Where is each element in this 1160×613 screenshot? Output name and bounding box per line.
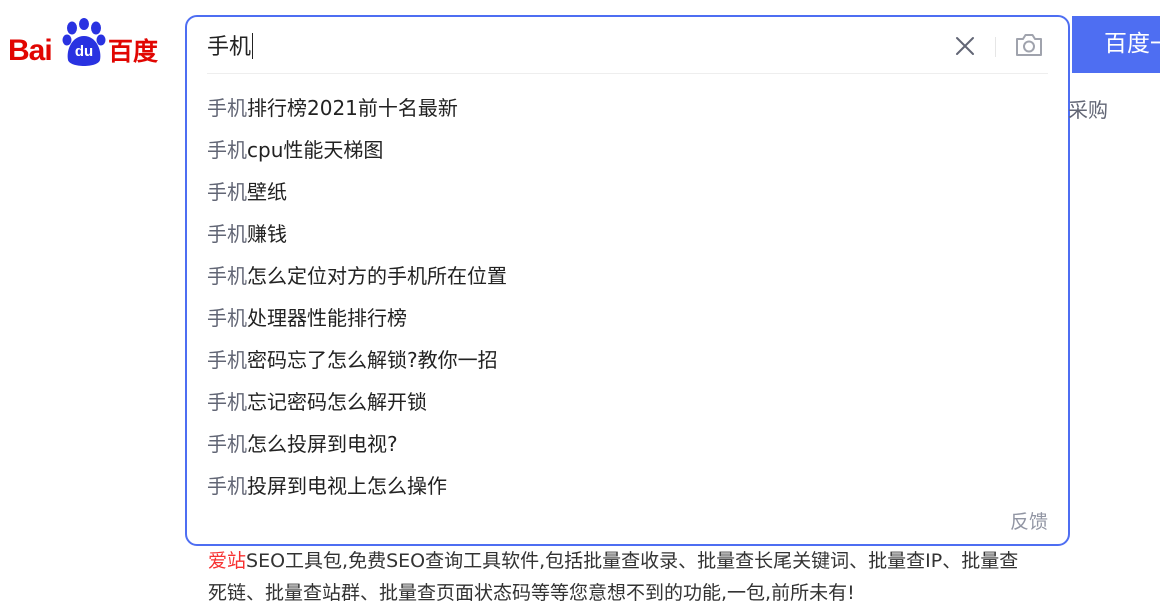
search-input[interactable]: 手机 [207, 31, 927, 65]
suggestion-rest: cpu性能天梯图 [247, 138, 384, 162]
suggestion-rest: 投屏到电视上怎么操作 [247, 474, 447, 498]
toolbar-separator [995, 37, 996, 57]
search-query: 手机 [207, 35, 252, 60]
result-text-line1: SEO工具包,免费SEO查询工具软件,包括批量查收录、批量查长尾关键词、批量查I… [246, 550, 1019, 572]
close-icon [956, 37, 974, 55]
suggestion-item[interactable]: 手机密码忘了怎么解锁?教你一招 [207, 339, 1027, 381]
suggestion-list: 手机排行榜2021前十名最新 手机cpu性能天梯图 手机壁纸 手机赚钱 手机怎么… [207, 87, 1027, 507]
suggestion-prefix: 手机 [207, 432, 247, 456]
suggestion-item[interactable]: 手机投屏到电视上怎么操作 [207, 465, 1027, 507]
suggestion-prefix: 手机 [207, 390, 247, 414]
suggestion-rest: 怎么投屏到电视? [247, 432, 398, 456]
suggestion-prefix: 手机 [207, 306, 247, 330]
suggestion-prefix: 手机 [207, 222, 247, 246]
suggestion-item[interactable]: 手机处理器性能排行榜 [207, 297, 1027, 339]
right-nav-link[interactable]: 采购 [1068, 94, 1108, 123]
suggestion-rest: 壁纸 [247, 180, 287, 204]
suggestion-item[interactable]: 手机cpu性能天梯图 [207, 129, 1027, 171]
suggestion-item[interactable]: 手机怎么投屏到电视? [207, 423, 1027, 465]
logo-paw-text: du [74, 43, 94, 60]
suggestion-item[interactable]: 手机壁纸 [207, 171, 1027, 213]
search-box: 手机 手机排行榜2021前十名最新 手机cpu性能天梯图 手机壁纸 手机赚钱 手… [185, 15, 1070, 546]
result-highlight: 爱站 [208, 550, 247, 572]
suggestion-rest: 忘记密码怎么解开锁 [247, 390, 427, 414]
paw-icon: du [62, 18, 106, 68]
result-snippet: 爱站SEO工具包,免费SEO查询工具软件,包括批量查收录、批量查长尾关键词、批量… [208, 545, 1088, 609]
suggestion-rest: 处理器性能排行榜 [247, 306, 407, 330]
image-search-button[interactable] [1013, 30, 1045, 60]
result-text-line2: 死链、批量查站群、批量查页面状态码等等您意想不到的功能,一包,前所未有! [208, 582, 855, 604]
text-caret [252, 33, 254, 59]
logo-text-chinese: 百度 [108, 37, 159, 66]
suggestion-prefix: 手机 [207, 348, 247, 372]
clear-button[interactable] [953, 34, 977, 58]
camera-icon [1016, 34, 1042, 56]
suggestion-item[interactable]: 手机赚钱 [207, 213, 1027, 255]
suggestion-prefix: 手机 [207, 96, 247, 120]
suggestion-rest: 密码忘了怎么解锁?教你一招 [247, 348, 498, 372]
suggestion-prefix: 手机 [207, 264, 247, 288]
logo-text-latin: Bai [8, 34, 53, 67]
suggestion-rest: 赚钱 [247, 222, 287, 246]
suggestion-rest: 排行榜2021前十名最新 [247, 96, 458, 120]
suggestion-prefix: 手机 [207, 474, 247, 498]
search-button[interactable]: 百度一下 [1072, 16, 1160, 73]
suggestion-prefix: 手机 [207, 138, 247, 162]
suggestion-item[interactable]: 手机排行榜2021前十名最新 [207, 87, 1027, 129]
suggestion-item[interactable]: 手机怎么定位对方的手机所在位置 [207, 255, 1027, 297]
suggestion-item[interactable]: 手机忘记密码怎么解开锁 [207, 381, 1027, 423]
input-divider [207, 73, 1048, 74]
baidu-logo[interactable]: Bai du 百度 [8, 18, 168, 68]
suggestion-rest: 怎么定位对方的手机所在位置 [247, 264, 507, 288]
feedback-link[interactable]: 反馈 [1010, 507, 1048, 534]
suggestion-prefix: 手机 [207, 180, 247, 204]
